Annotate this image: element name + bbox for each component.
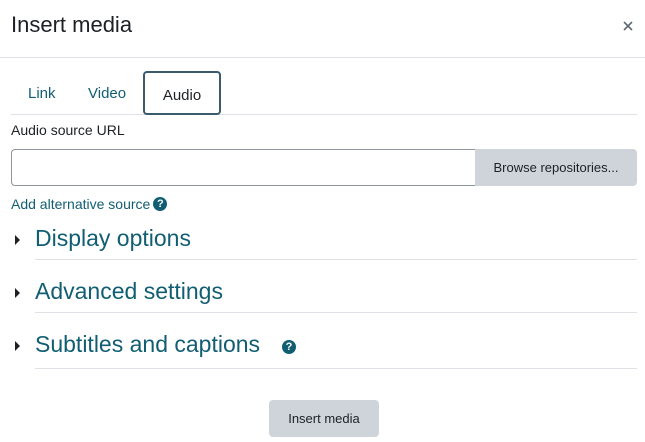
tab-video[interactable]: Video — [71, 71, 143, 115]
tab-audio[interactable]: Audio — [143, 71, 221, 115]
caret-right-icon — [15, 235, 20, 245]
dialog-title: Insert media — [11, 12, 133, 37]
dialog-header: Insert media — [0, 0, 645, 58]
section-subtitles-captions[interactable]: Subtitles and captions ? — [11, 326, 637, 369]
caret-right-icon — [15, 341, 20, 351]
insert-media-dialog: Insert media Link Video Audio Audio sour… — [0, 0, 645, 442]
help-icon[interactable]: ? — [282, 340, 296, 354]
close-icon[interactable] — [616, 14, 640, 38]
add-alternative-source: Add alternative source ? — [11, 194, 168, 214]
section-label: Advanced settings — [35, 278, 223, 304]
help-icon[interactable]: ? — [153, 197, 168, 211]
media-tabs: Link Video Audio — [11, 71, 637, 115]
caret-right-icon — [15, 288, 20, 298]
tab-link[interactable]: Link — [11, 71, 73, 115]
divider — [35, 259, 637, 260]
section-advanced-settings[interactable]: Advanced settings — [11, 273, 637, 313]
divider — [35, 368, 637, 369]
add-alternative-source-link[interactable]: Add alternative source — [11, 196, 150, 212]
audio-source-label: Audio source URL — [11, 122, 125, 138]
section-display-options[interactable]: Display options — [11, 220, 637, 260]
section-label: Subtitles and captions — [35, 331, 261, 357]
browse-repositories-button[interactable]: Browse repositories... — [475, 149, 637, 186]
audio-source-url-input[interactable] — [11, 149, 476, 186]
divider — [35, 312, 637, 313]
section-label: Display options — [35, 225, 191, 251]
insert-media-button[interactable]: Insert media — [269, 400, 379, 437]
